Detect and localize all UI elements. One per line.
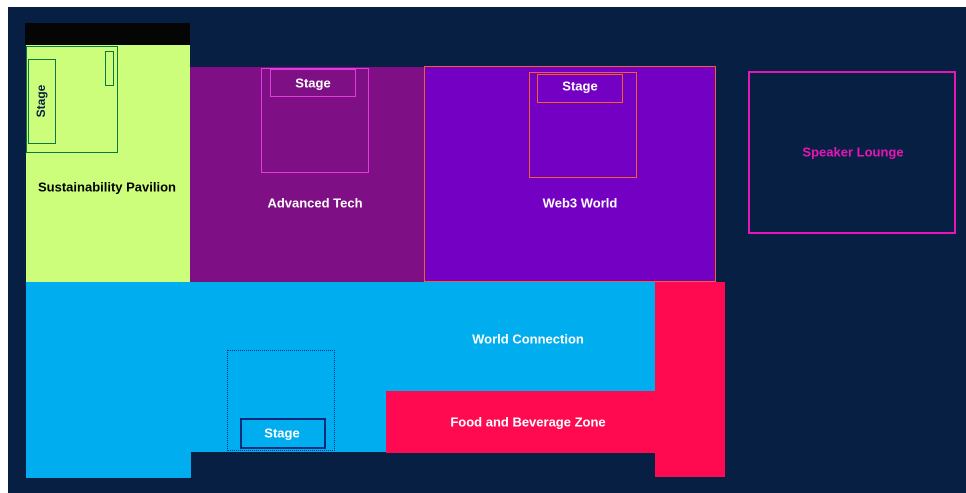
- speaker-lounge-label: Speaker Lounge: [802, 144, 904, 160]
- food-beverage-label: Food and Beverage Zone: [450, 414, 606, 430]
- world-connection-extension: [26, 452, 191, 478]
- world-connection-stage-label: Stage: [264, 425, 300, 441]
- sustainability-pavilion-label: Sustainability Pavilion: [38, 179, 176, 195]
- world-connection-label: World Connection: [472, 331, 584, 347]
- sustainability-small-booth: [105, 51, 114, 86]
- web3-stage-label: Stage: [562, 78, 598, 94]
- advanced-tech-label: Advanced Tech: [267, 195, 363, 211]
- sustainability-stage-label: Stage: [34, 84, 48, 118]
- floor-plan-map: Stage Sustainability Pavilion Stage Adva…: [8, 7, 966, 493]
- food-beverage-column: [655, 282, 725, 477]
- advanced-tech-stage-label: Stage: [295, 75, 331, 91]
- entrance-bar: [25, 23, 190, 45]
- web3-world-label: Web3 World: [542, 195, 618, 211]
